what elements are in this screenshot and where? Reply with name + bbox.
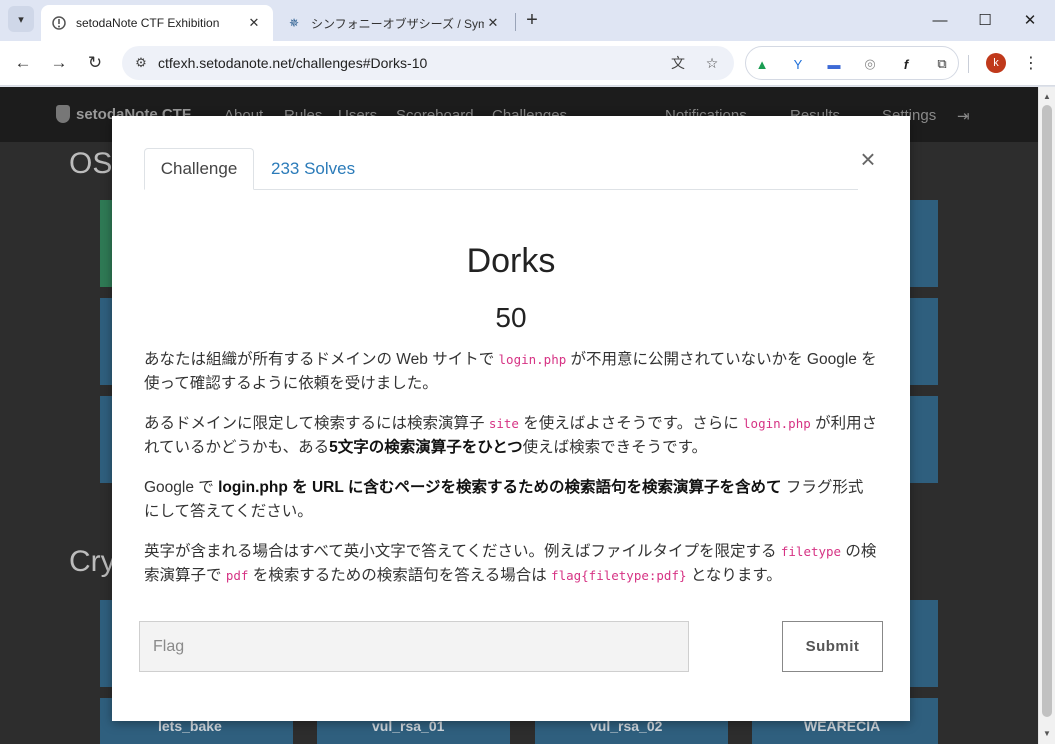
shield-logo-icon — [56, 105, 70, 123]
arrow-left-icon: ← — [14, 53, 32, 72]
challenge-description: あなたは組織が所有するドメインの Web サイトで login.php が不用意… — [144, 348, 878, 604]
desc-code: site — [488, 416, 519, 431]
reload-icon: ↻ — [87, 53, 103, 72]
back-button[interactable]: ← — [10, 50, 36, 76]
tab-title: setodaNote CTF Exhibition — [76, 16, 220, 30]
desc-bold: 5文字の検索演算子をひとつ — [329, 439, 523, 456]
minimize-button[interactable]: — — [925, 6, 955, 34]
description-paragraph: Google で login.php を URL に含むページを検索するための検… — [144, 476, 878, 524]
setodanote-favicon-icon — [51, 15, 67, 31]
site-info-icon[interactable]: ⚙ — [132, 54, 150, 72]
challenge-card[interactable] — [100, 298, 112, 385]
challenge-card[interactable] — [910, 396, 938, 483]
arrow-right-icon: → — [50, 53, 68, 72]
description-paragraph: あなたは組織が所有するドメインの Web サイトで login.php が不用意… — [144, 348, 878, 396]
close-icon[interactable]: × — [856, 144, 880, 174]
reload-button[interactable]: ↻ — [82, 50, 108, 76]
close-window-button[interactable]: ✕ — [1015, 6, 1045, 34]
desc-text: あるドメインに限定して検索するには検索演算子 — [144, 415, 489, 432]
maximize-icon: ☐ — [978, 12, 992, 29]
forward-button[interactable]: → — [46, 50, 72, 76]
challenge-card[interactable] — [100, 396, 112, 483]
challenge-card[interactable] — [910, 298, 938, 385]
tab-challenge[interactable]: Challenge — [144, 148, 254, 190]
tab-solves[interactable]: 233 Solves — [256, 148, 370, 190]
desc-code: login.php — [743, 416, 811, 431]
logout-icon[interactable]: ⇥ — [957, 107, 970, 125]
desc-code: login.php — [498, 352, 567, 367]
profile-avatar[interactable]: k — [986, 53, 1006, 73]
desc-text: となります。 — [686, 567, 782, 584]
scrollbar-thumb[interactable] — [1042, 105, 1052, 717]
challenge-value: 50 — [495, 302, 527, 333]
extensions-group: ▲ Y ▬ ◎ f ⧉ — [745, 46, 959, 80]
maximize-button[interactable]: ☐ — [970, 6, 1000, 34]
chat-icon[interactable]: ▬ — [824, 54, 844, 74]
browser-tab-setodanote[interactable]: setodaNote CTF Exhibition ✕ — [41, 5, 273, 41]
challenge-card[interactable] — [100, 200, 112, 287]
page-scrollbar[interactable]: ▲ ▼ — [1038, 87, 1055, 744]
scroll-up-icon[interactable]: ▲ — [1042, 90, 1052, 102]
description-paragraph: あるドメインに限定して検索するには検索演算子 site を使えばよさそうです。さ… — [144, 412, 878, 460]
tab-search-button[interactable]: ▾ — [8, 6, 34, 32]
challenge-card[interactable] — [910, 200, 938, 287]
scroll-down-icon[interactable]: ▼ — [1042, 727, 1052, 739]
minimize-icon: — — [932, 11, 948, 29]
desc-text: あなたは組織が所有するドメインの Web サイトで — [144, 351, 499, 368]
toolbar-separator — [968, 55, 969, 73]
desc-code: filetype — [780, 544, 842, 559]
desc-text: Google で — [144, 479, 219, 496]
browser-tabstrip: ▾ setodaNote CTF Exhibition ✕ ✵ シンフォニーオブ… — [0, 0, 1055, 41]
new-tab-button[interactable]: + — [520, 8, 544, 32]
flag-input[interactable] — [139, 621, 689, 672]
desc-bold: login.php を URL に含むページを検索するための検索語句を検索演算子… — [218, 479, 782, 496]
plus-icon: + — [526, 8, 538, 31]
ship-wheel-icon: ✵ — [288, 16, 300, 30]
desc-text: 英字が含まれる場合はすべて英小文字で答えてください。例えばファイルタイプを限定す… — [144, 543, 781, 560]
browser-toolbar: ← → ↻ ⚙ ctfexh.setodanote.net/challenges… — [0, 41, 1055, 86]
desc-text: 使えば検索できそうです。 — [522, 439, 708, 456]
url-text[interactable]: ctfexh.setodanote.net/challenges#Dorks-1… — [158, 55, 427, 71]
script-icon[interactable]: f — [896, 54, 916, 74]
chevron-down-icon: ▾ — [18, 13, 24, 26]
extension-y-icon[interactable]: Y — [788, 54, 808, 74]
tab-separator — [515, 13, 516, 31]
compass-icon[interactable]: ◎ — [860, 54, 880, 74]
kebab-menu-icon[interactable]: ⋮ — [1021, 51, 1041, 75]
challenge-card[interactable] — [910, 600, 938, 687]
google-drive-icon[interactable]: ▲ — [752, 54, 772, 74]
browser-tab-symphony[interactable]: ✵ シンフォニーオブザシーズ / Symphon ✕ — [276, 5, 512, 41]
challenge-modal: Challenge 233 Solves × Dorks 50 あなたは組織が所… — [112, 116, 910, 721]
desc-code: flag{filetype:pdf} — [551, 568, 687, 583]
address-bar[interactable]: ⚙ ctfexh.setodanote.net/challenges#Dorks… — [122, 46, 734, 80]
translate-icon[interactable]: 文 — [668, 53, 688, 73]
tab-close-icon[interactable]: ✕ — [484, 14, 502, 32]
desc-text: を検索するための検索語句を答える場合は — [248, 567, 552, 584]
bookmark-star-icon[interactable]: ☆ — [702, 53, 722, 73]
section-title-crypto: Cry — [69, 545, 116, 578]
desc-code: pdf — [225, 568, 249, 583]
tab-title: シンフォニーオブザシーズ / Symphon — [311, 16, 484, 31]
puzzle-icon[interactable]: ⧉ — [932, 54, 952, 74]
description-paragraph: 英字が含まれる場合はすべて英小文字で答えてください。例えばファイルタイプを限定す… — [144, 540, 878, 588]
tab-close-icon[interactable]: ✕ — [245, 14, 263, 32]
challenge-name: Dorks — [466, 242, 556, 280]
challenge-card[interactable] — [100, 600, 112, 687]
modal-tabs: Challenge 233 Solves — [144, 148, 858, 190]
submit-button[interactable]: Submit — [782, 621, 883, 672]
close-icon: ✕ — [1023, 12, 1037, 29]
desc-text: を使えばよさそうです。さらに — [518, 415, 744, 432]
